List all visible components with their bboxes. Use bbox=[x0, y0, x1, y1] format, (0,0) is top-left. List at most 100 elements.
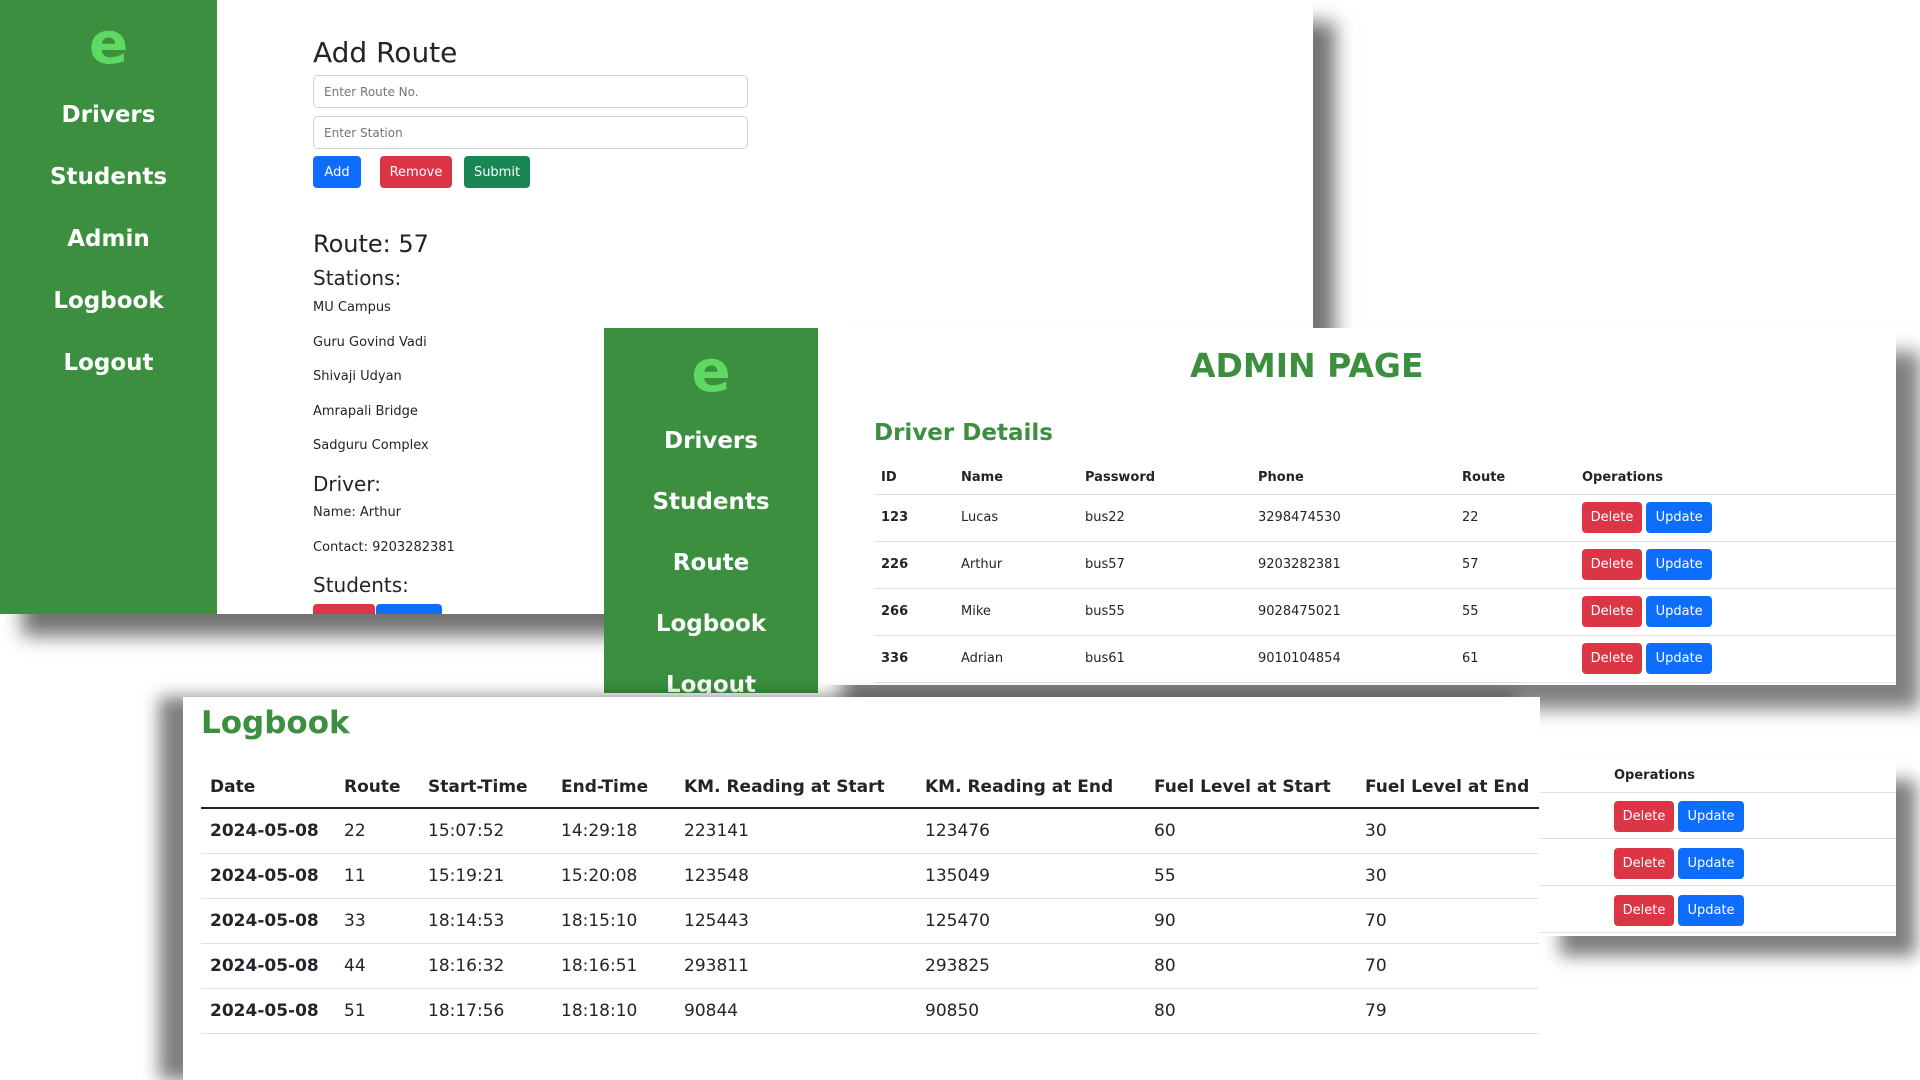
col-name: Name bbox=[961, 470, 1004, 486]
nav-route[interactable]: Route bbox=[673, 550, 749, 576]
table-header-row: ID Name Password Phone Route Operations bbox=[874, 462, 1896, 494]
log-km-end: 125470 bbox=[925, 910, 990, 931]
log-km-end: 90850 bbox=[925, 1000, 980, 1021]
operations-header: Operations bbox=[1614, 768, 1695, 783]
logo-icon[interactable]: e bbox=[691, 342, 730, 400]
admin-window: e Drivers Students Route Logbook Logout … bbox=[604, 328, 1896, 698]
logbook-table: Date Route Start-Time End-Time KM. Readi… bbox=[201, 766, 1539, 1034]
col-km-start: KM. Reading at Start bbox=[684, 776, 885, 797]
driver-password: bus55 bbox=[1085, 604, 1125, 619]
log-fuel-start: 80 bbox=[1154, 1000, 1176, 1021]
delete-button[interactable]: Delete bbox=[1614, 895, 1674, 926]
page-title: Add Route bbox=[313, 36, 458, 69]
log-route: 51 bbox=[344, 1000, 366, 1021]
driver-heading: Driver: bbox=[313, 472, 381, 496]
nav-students[interactable]: Students bbox=[652, 489, 769, 515]
route-heading: Route: 57 bbox=[313, 230, 429, 258]
update-button[interactable]: Update bbox=[1646, 643, 1713, 674]
nav-logbook[interactable]: Logbook bbox=[53, 288, 163, 314]
log-km-start: 123548 bbox=[684, 865, 749, 886]
driver-route: 22 bbox=[1462, 510, 1479, 525]
logo-icon[interactable]: e bbox=[89, 14, 128, 72]
col-id: ID bbox=[881, 470, 897, 486]
driver-contact: Contact: 9203282381 bbox=[313, 540, 455, 555]
nav-students[interactable]: Students bbox=[50, 164, 167, 190]
delete-button-partial[interactable] bbox=[313, 604, 375, 614]
log-fuel-start: 80 bbox=[1154, 955, 1176, 976]
log-fuel-end: 30 bbox=[1365, 865, 1387, 886]
update-button-partial[interactable] bbox=[376, 604, 442, 614]
log-date: 2024-05-08 bbox=[210, 820, 319, 841]
table-row: 266 Mike bus55 9028475021 55 Delete Upda… bbox=[874, 588, 1896, 635]
driver-id: 123 bbox=[881, 510, 909, 525]
log-km-end: 135049 bbox=[925, 865, 990, 886]
station-item: MU Campus bbox=[313, 300, 391, 315]
update-button[interactable]: Update bbox=[1678, 801, 1744, 832]
delete-button[interactable]: Delete bbox=[1614, 848, 1674, 879]
nav-logout[interactable]: Logout bbox=[666, 672, 756, 698]
log-end-time: 15:20:08 bbox=[561, 865, 638, 886]
table-row: 336 Adrian bus61 9010104854 61 Delete Up… bbox=[874, 635, 1896, 682]
delete-button[interactable]: Delete bbox=[1614, 801, 1674, 832]
students-heading: Students: bbox=[313, 573, 409, 597]
nav-drivers[interactable]: Drivers bbox=[664, 428, 758, 454]
log-route: 22 bbox=[344, 820, 366, 841]
log-km-end: 293825 bbox=[925, 955, 990, 976]
delete-button[interactable]: Delete bbox=[1582, 596, 1642, 627]
remove-button[interactable]: Remove bbox=[380, 156, 452, 188]
delete-button[interactable]: Delete bbox=[1582, 502, 1642, 533]
col-operations: Operations bbox=[1582, 470, 1663, 486]
nav-logbook[interactable]: Logbook bbox=[656, 611, 766, 637]
col-fuel-end: Fuel Level at End bbox=[1365, 776, 1530, 797]
list-item: Delete Update bbox=[1540, 840, 1896, 886]
nav-logout[interactable]: Logout bbox=[63, 350, 153, 376]
list-item: Delete Update bbox=[1540, 887, 1896, 933]
driver-password: bus57 bbox=[1085, 557, 1125, 572]
col-start-time: Start-Time bbox=[428, 776, 528, 797]
table-row: 2024-05-08 22 15:07:52 14:29:18 223141 1… bbox=[201, 808, 1539, 853]
submit-button[interactable]: Submit bbox=[464, 156, 530, 188]
col-route: Route bbox=[344, 776, 401, 797]
students-window-fragment: Operations Delete Update Delete Update D… bbox=[1540, 760, 1896, 936]
update-button[interactable]: Update bbox=[1678, 848, 1744, 879]
update-button[interactable]: Update bbox=[1646, 549, 1713, 580]
sidebar: e Drivers Students Route Logbook Logout bbox=[604, 328, 818, 698]
table-header-row: Date Route Start-Time End-Time KM. Readi… bbox=[201, 766, 1539, 808]
delete-button[interactable]: Delete bbox=[1582, 549, 1642, 580]
log-km-end: 123476 bbox=[925, 820, 990, 841]
col-fuel-start: Fuel Level at Start bbox=[1154, 776, 1331, 797]
log-end-time: 18:18:10 bbox=[561, 1000, 638, 1021]
route-number-input[interactable] bbox=[313, 75, 748, 108]
row-operations: Delete Update bbox=[1582, 635, 1896, 682]
driver-id: 266 bbox=[881, 604, 909, 619]
log-date: 2024-05-08 bbox=[210, 955, 319, 976]
station-input[interactable] bbox=[313, 116, 748, 149]
log-start-time: 18:17:56 bbox=[428, 1000, 505, 1021]
log-km-start: 223141 bbox=[684, 820, 749, 841]
update-button[interactable]: Update bbox=[1646, 502, 1713, 533]
table-row: 2024-05-08 44 18:16:32 18:16:51 293811 2… bbox=[201, 943, 1539, 988]
row-operations: Delete Update bbox=[1582, 588, 1896, 635]
list-item: Delete Update bbox=[1540, 793, 1896, 839]
driver-id: 226 bbox=[881, 557, 909, 572]
log-start-time: 18:14:53 bbox=[428, 910, 505, 931]
nav-admin[interactable]: Admin bbox=[67, 226, 150, 252]
delete-button[interactable]: Delete bbox=[1582, 643, 1642, 674]
table-row: 2024-05-08 11 15:19:21 15:20:08 123548 1… bbox=[201, 853, 1539, 898]
driver-phone: 3298474530 bbox=[1258, 510, 1341, 525]
log-end-time: 18:15:10 bbox=[561, 910, 638, 931]
row-operations: Delete Update bbox=[1582, 541, 1896, 588]
table-row: 226 Arthur bus57 9203282381 57 Delete Up… bbox=[874, 541, 1896, 588]
update-button[interactable]: Update bbox=[1678, 895, 1744, 926]
add-button[interactable]: Add bbox=[313, 156, 361, 188]
log-fuel-start: 55 bbox=[1154, 865, 1176, 886]
nav-drivers[interactable]: Drivers bbox=[62, 102, 156, 128]
driver-name: Mike bbox=[961, 604, 991, 619]
log-km-start: 125443 bbox=[684, 910, 749, 931]
col-password: Password bbox=[1085, 470, 1156, 486]
table-row: 123 Lucas bus22 3298474530 22 Delete Upd… bbox=[874, 494, 1896, 541]
station-item: Guru Govind Vadi bbox=[313, 335, 427, 350]
log-start-time: 18:16:32 bbox=[428, 955, 505, 976]
log-route: 33 bbox=[344, 910, 366, 931]
update-button[interactable]: Update bbox=[1646, 596, 1713, 627]
